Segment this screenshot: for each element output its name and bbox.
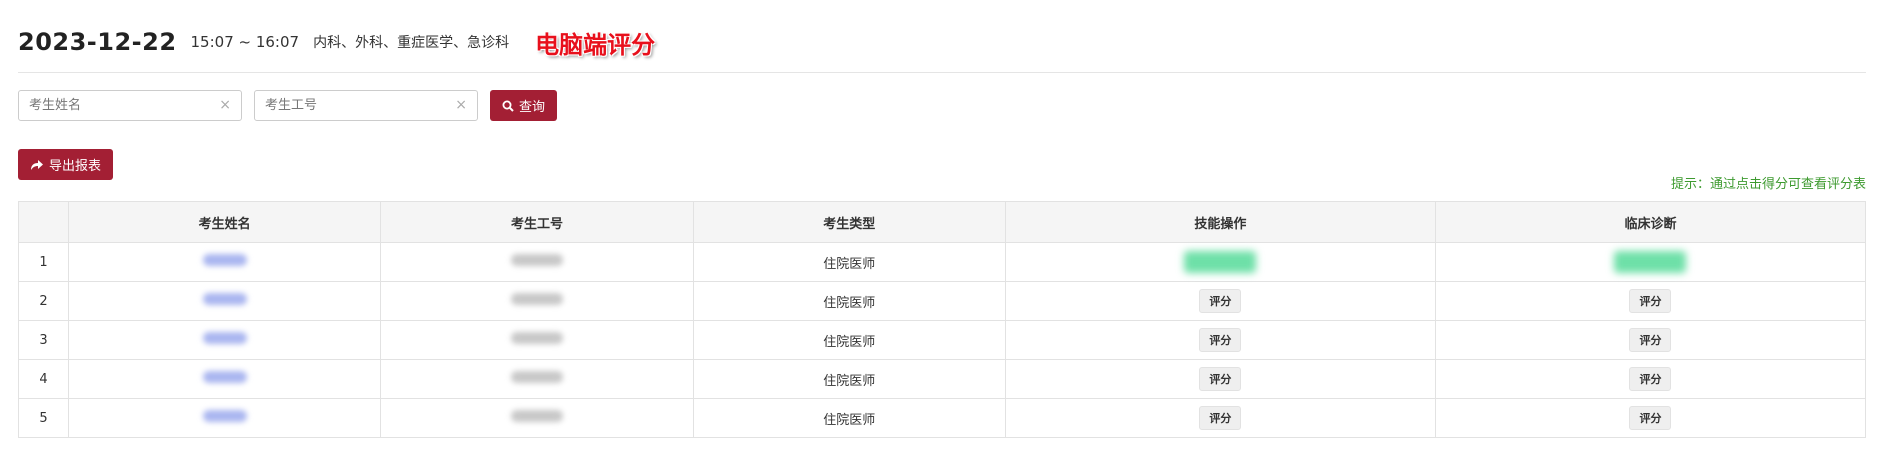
candidate-name-cell	[67, 281, 382, 321]
candidate-name-cell	[67, 242, 382, 282]
candidate-name-link[interactable]	[202, 293, 247, 305]
table-row: 3 住院医师 评分 评分	[18, 320, 1867, 360]
id-input[interactable]	[255, 91, 455, 120]
skill-cell: 评分	[1004, 359, 1436, 399]
diagnosis-score-button[interactable]: 评分	[1629, 406, 1672, 430]
diagnosis-cell: 评分	[1434, 359, 1867, 399]
col-index	[18, 201, 69, 243]
row-index: 3	[18, 320, 69, 360]
skill-score-button[interactable]: 评分	[1199, 289, 1242, 313]
candidate-name-link[interactable]	[202, 410, 247, 422]
table-header-row: 考生姓名 考生工号 考生类型 技能操作 临床诊断	[18, 201, 1867, 243]
candidate-name-link[interactable]	[202, 332, 247, 344]
search-icon	[502, 100, 514, 112]
candidate-table: 考生姓名 考生工号 考生类型 技能操作 临床诊断 1 住院医师 2 住院医师 评…	[18, 201, 1867, 438]
candidate-id-cell	[380, 281, 694, 321]
search-bar: × × 查询	[18, 90, 558, 121]
candidate-id-cell	[380, 320, 694, 360]
exam-departments: 内科、外科、重症医学、急诊科	[313, 35, 510, 51]
header-divider	[18, 72, 1866, 73]
candidate-name-cell	[67, 398, 382, 438]
skill-score-button[interactable]: 评分	[1199, 406, 1242, 430]
skill-cell: 评分	[1004, 398, 1436, 438]
table-row: 1 住院医师	[18, 242, 1867, 282]
candidate-id-cell	[380, 359, 694, 399]
query-label: 查询	[519, 100, 546, 115]
diagnosis-score-badge[interactable]	[1614, 251, 1687, 273]
candidate-type: 住院医师	[692, 398, 1006, 438]
row-index: 2	[18, 281, 69, 321]
export-report-button[interactable]: 导出报表	[18, 149, 114, 180]
col-skill: 技能操作	[1004, 201, 1436, 243]
export-label: 导出报表	[49, 159, 102, 174]
diagnosis-cell: 评分	[1434, 281, 1867, 321]
diagnosis-score-button[interactable]: 评分	[1629, 328, 1672, 352]
clear-name-icon[interactable]: ×	[219, 97, 231, 113]
candidate-type: 住院医师	[692, 242, 1006, 282]
diagnosis-cell: 评分	[1434, 398, 1867, 438]
share-arrow-icon	[31, 159, 43, 170]
hint-text: 提示：通过点击得分可查看评分表	[1670, 177, 1866, 192]
skill-cell	[1004, 242, 1436, 282]
candidate-name-cell	[67, 359, 382, 399]
col-type: 考生类型	[692, 201, 1006, 243]
diagnosis-cell	[1434, 242, 1867, 282]
exam-date: 2023-12-22	[18, 28, 177, 56]
row-index: 4	[18, 359, 69, 399]
row-index: 1	[18, 242, 69, 282]
col-staff-id: 考生工号	[380, 201, 694, 243]
table-row: 5 住院医师 评分 评分	[18, 398, 1867, 438]
skill-score-button[interactable]: 评分	[1199, 367, 1242, 391]
candidate-id	[510, 371, 563, 383]
col-diagnosis: 临床诊断	[1434, 201, 1867, 243]
diagnosis-score-button[interactable]: 评分	[1629, 289, 1672, 313]
exam-score-page: 2023-12-22 15:07 ~ 16:07 内科、外科、重症医学、急诊科 …	[0, 0, 1901, 459]
candidate-name-link[interactable]	[202, 254, 247, 266]
diagnosis-score-button[interactable]: 评分	[1629, 367, 1672, 391]
query-button[interactable]: 查询	[490, 90, 558, 121]
col-name: 考生姓名	[67, 201, 382, 243]
candidate-id	[510, 293, 563, 305]
candidate-name-cell	[67, 320, 382, 360]
skill-cell: 评分	[1004, 281, 1436, 321]
table-row: 2 住院医师 评分 评分	[18, 281, 1867, 321]
skill-cell: 评分	[1004, 320, 1436, 360]
candidate-id	[510, 332, 563, 344]
clear-id-icon[interactable]: ×	[455, 97, 467, 113]
diagnosis-cell: 评分	[1434, 320, 1867, 360]
table-row: 4 住院医师 评分 评分	[18, 359, 1867, 399]
name-field: ×	[18, 90, 242, 121]
candidate-type: 住院医师	[692, 320, 1006, 360]
candidate-id	[510, 254, 563, 266]
candidate-id-cell	[380, 242, 694, 282]
candidate-type: 住院医师	[692, 359, 1006, 399]
candidate-type: 住院医师	[692, 281, 1006, 321]
candidate-id-cell	[380, 398, 694, 438]
page-header: 2023-12-22 15:07 ~ 16:07 内科、外科、重症医学、急诊科 …	[18, 20, 1866, 64]
export-row: 导出报表	[18, 149, 114, 180]
id-field: ×	[254, 90, 478, 121]
candidate-id	[510, 410, 563, 422]
name-input[interactable]	[19, 91, 219, 120]
skill-score-badge[interactable]	[1184, 251, 1257, 273]
skill-score-button[interactable]: 评分	[1199, 328, 1242, 352]
exam-time: 15:07 ~ 16:07	[190, 33, 300, 51]
candidate-name-link[interactable]	[202, 371, 247, 383]
pc-scoring-banner: 电脑端评分	[535, 29, 656, 59]
row-index: 5	[18, 398, 69, 438]
